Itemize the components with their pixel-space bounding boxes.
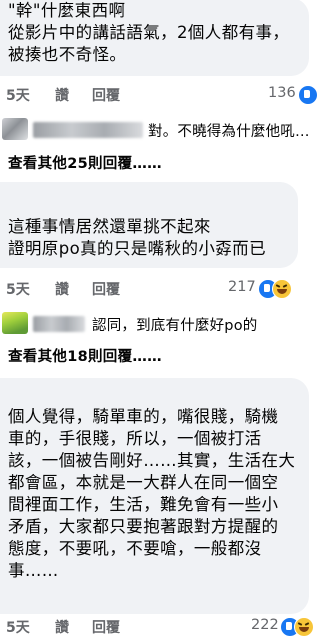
reply-button[interactable]: 回覆 xyxy=(92,279,120,299)
comment-meta: 5天 讚 回覆 222 xyxy=(0,614,325,638)
comment-text-line: 個人覺得，騎單車的，嘴很賤，騎機 xyxy=(8,407,279,426)
haha-reaction-icon xyxy=(294,617,314,637)
comment-meta: 5天 讚 回覆 217 xyxy=(0,276,325,300)
comment-time[interactable]: 5天 xyxy=(6,617,30,637)
reply-preview-text: 認同，到底有什麼好po的 xyxy=(92,318,258,334)
comment-bubble: 個人覺得，騎單車的，嘴很賤，騎機 車的，手很賤，所以，一個被打活 該，一個被告剛… xyxy=(0,378,309,614)
like-button[interactable]: 讚 xyxy=(55,617,69,637)
comment-meta: 5天 讚 回覆 136 xyxy=(0,82,325,106)
blurred-name xyxy=(33,316,85,332)
avatar xyxy=(2,118,28,140)
comment-text-line: 事…… xyxy=(8,561,59,580)
comment-bubble: "幹"什麼東西啊 從影片中的講話語氣，2個人都有事， 被揍也不奇怪。 xyxy=(0,0,309,76)
comment-text-line: 被揍也不奇怪。 xyxy=(8,45,127,64)
comment-text-line: 從影片中的講話語氣，2個人都有事， xyxy=(8,23,290,42)
reaction-count[interactable]: 136 xyxy=(268,85,296,101)
view-more-replies-link[interactable]: 查看其他25則回覆…… xyxy=(8,152,162,173)
haha-reaction-icon xyxy=(272,279,292,299)
comment-time[interactable]: 5天 xyxy=(6,279,30,299)
comment-text-line: 證明原po真的只是嘴秋的小孬而已 xyxy=(8,239,266,258)
like-button[interactable]: 讚 xyxy=(55,279,69,299)
comment-text-line: 間裡面工作，生活，難免會有一些小 xyxy=(8,495,279,514)
comment-text-line: 都會區，本就是一大群人在同一個空 xyxy=(8,473,279,492)
reply-preview[interactable]: 對。不曉得為什麼他吼… xyxy=(0,116,325,144)
comment-text-line: "幹"什麼東西啊 xyxy=(8,1,126,20)
reply-preview[interactable]: 認同，到底有什麼好po的 xyxy=(0,310,325,338)
comment-text-line: 該，一個被告剛好……其實，生活在大 xyxy=(8,451,296,470)
like-button[interactable]: 讚 xyxy=(55,85,69,105)
like-reaction-icon xyxy=(298,85,318,105)
reply-button[interactable]: 回覆 xyxy=(92,617,120,637)
comment-time[interactable]: 5天 xyxy=(6,85,30,105)
comment-text-line: 矛盾，大家都只要抱著跟對方提醒的 xyxy=(8,517,279,536)
reaction-count[interactable]: 222 xyxy=(251,617,279,633)
view-more-replies-link[interactable]: 查看其他18則回覆…… xyxy=(8,345,162,366)
avatar xyxy=(2,312,28,334)
blurred-name xyxy=(33,122,143,138)
reply-button[interactable]: 回覆 xyxy=(92,85,120,105)
comment-text-line: 態度，不要吼，不要嗆，一般都沒 xyxy=(8,539,262,558)
reply-preview-text: 對。不曉得為什麼他吼… xyxy=(148,124,310,140)
comment-text-line: 車的，手很賤，所以，一個被打活 xyxy=(8,429,262,448)
comment-bubble: 這種事情居然還單挑不起來 證明原po真的只是嘴秋的小孬而已 xyxy=(0,182,298,268)
reaction-count[interactable]: 217 xyxy=(228,279,256,295)
comment-text-line: 這種事情居然還單挑不起來 xyxy=(8,217,211,236)
